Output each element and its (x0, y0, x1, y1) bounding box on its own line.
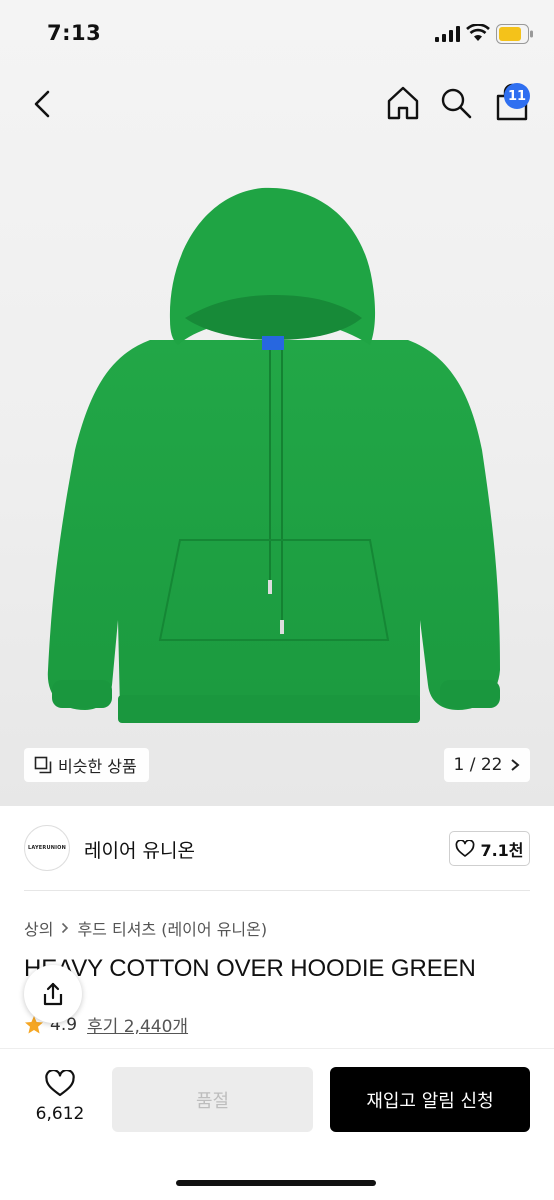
reviews-link[interactable]: 후기 2,440개 (87, 1012, 188, 1037)
home-indicator (176, 1180, 376, 1186)
search-icon[interactable] (438, 84, 474, 122)
breadcrumb-level-1[interactable]: 상의 (24, 916, 53, 940)
wishlist-count: 6,612 (35, 1104, 85, 1124)
brand-logo-text: LAYERUNION (27, 845, 66, 851)
wifi-icon (466, 24, 490, 41)
cart-count-badge: 11 (504, 83, 530, 109)
share-icon (43, 982, 63, 1006)
hoodie-image (47, 187, 501, 723)
similar-items-icon (34, 756, 52, 774)
home-icon[interactable] (385, 84, 421, 122)
similar-products-label: 비슷한 상품 (58, 757, 137, 776)
brand-like-button[interactable]: 7.1천 (449, 831, 530, 866)
status-bar: 7:13 (0, 0, 554, 68)
breadcrumb-level-2[interactable]: 후드 티셔츠 (레이어 유니온) (77, 916, 267, 940)
chevron-right-icon (511, 759, 521, 771)
brand-name[interactable]: 레이어 유니온 (84, 836, 195, 863)
similar-products-button[interactable]: 비슷한 상품 (24, 748, 149, 782)
chevron-right-icon (62, 922, 69, 934)
status-time: 7:13 (47, 21, 102, 45)
brand-logo[interactable]: LAYERUNION (24, 825, 70, 871)
wishlist-button[interactable]: 6,612 (24, 1068, 96, 1130)
heart-outline-icon (456, 839, 475, 857)
cellular-signal-icon (435, 26, 460, 42)
product-page: 7:13 11 비슷한 상품 1 / 22 LAYERUNION 레이어 유니온… (0, 0, 554, 1200)
divider (24, 890, 530, 891)
heart-outline-icon (45, 1070, 75, 1097)
restock-alert-button[interactable]: 재입고 알림 신청 (330, 1067, 530, 1132)
back-icon[interactable] (28, 86, 58, 122)
share-button[interactable] (24, 965, 82, 1023)
battery-icon (496, 24, 533, 44)
page-indicator-text: 1 / 22 (453, 755, 503, 775)
image-page-indicator[interactable]: 1 / 22 (444, 748, 530, 782)
product-title: HEAVY COTTON OVER HOODIE GREEN (24, 955, 476, 982)
brand-like-count: 7.1천 (480, 840, 524, 860)
sold-out-button: 품절 (112, 1067, 313, 1132)
breadcrumb: 상의 후드 티셔츠 (레이어 유니온) (24, 916, 267, 940)
